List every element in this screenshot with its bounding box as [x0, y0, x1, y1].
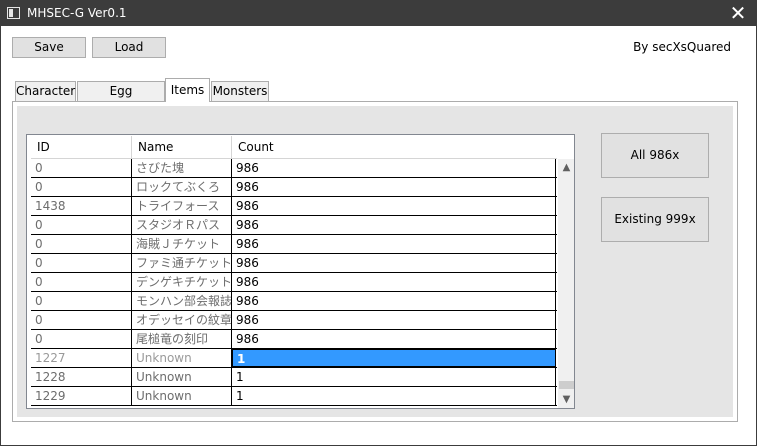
app-icon [7, 7, 20, 19]
table-row[interactable]: 0 スタジオＲパス 986 [31, 216, 557, 235]
column-header-count[interactable]: Count [232, 136, 557, 159]
cell-count[interactable]: 1 [232, 349, 556, 367]
window-title: MHSEC-G Ver0.1 [27, 6, 127, 20]
grid-rows: 0 さびた塊 986 0 ロックてぶくろ 986 1438 トライフォース 986 0 スタジオＲパ… [31, 159, 557, 408]
table-row[interactable]: 0 ロックてぶくろ 986 [31, 178, 557, 197]
cell-name: ファミ通チケット [132, 254, 232, 272]
cell-count[interactable]: 1 [232, 387, 556, 405]
tab-items[interactable]: Items [165, 78, 210, 102]
table-row[interactable]: 1438 トライフォース 986 [31, 197, 557, 216]
cell-count[interactable]: 986 [232, 330, 556, 348]
cell-name: Unknown [132, 387, 232, 405]
tab-monsters[interactable]: Monsters [211, 81, 269, 101]
table-row[interactable]: 0 オデッセイの紋章 986 [31, 311, 557, 330]
grid-header: ID Name Count [31, 136, 557, 159]
table-row[interactable]: 1229 Unknown 1 [31, 387, 557, 406]
cell-name: 海賊Ｊチケット [132, 235, 232, 253]
table-row[interactable]: 0 海賊Ｊチケット 986 [31, 235, 557, 254]
cell-count[interactable]: 986 [232, 292, 556, 310]
items-grid[interactable]: ID Name Count 0 さびた塊 986 0 ロックてぶくろ 986 1438 トライ… [26, 134, 575, 409]
credit-label: By secXsQuared [633, 40, 731, 54]
cell-name: さびた塊 [132, 159, 232, 177]
cell-count[interactable]: 986 [232, 159, 556, 177]
save-button[interactable]: Save [12, 37, 86, 58]
close-icon[interactable]: ✕ [720, 1, 756, 26]
cell-count[interactable]: 1 [232, 368, 556, 386]
cell-name: 尾槌竜の刻印 [132, 330, 232, 348]
cell-id: 0 [31, 292, 132, 310]
table-row[interactable]: 0 尾槌竜の刻印 986 [31, 330, 557, 349]
cell-count[interactable]: 986 [232, 254, 556, 272]
cell-id: 0 [31, 159, 132, 177]
tab-egg-fragments[interactable]: Egg Fragments [77, 81, 165, 116]
table-row[interactable]: 0 モンハン部会報誌 986 [31, 292, 557, 311]
cell-id: 0 [31, 330, 132, 348]
cell-id: 1228 [31, 368, 132, 386]
cell-id: 0 [31, 311, 132, 329]
cell-id: 1438 [31, 197, 132, 215]
cell-id: 1229 [31, 387, 132, 405]
vertical-scrollbar[interactable]: ▲ ▼ [558, 159, 574, 408]
cell-count[interactable]: 986 [232, 311, 556, 329]
cell-id: 0 [31, 254, 132, 272]
table-row[interactable]: 0 さびた塊 986 [31, 159, 557, 178]
cell-id: 0 [31, 216, 132, 234]
cell-name: Unknown [132, 349, 232, 367]
scroll-down-icon[interactable]: ▼ [558, 391, 574, 408]
cell-count[interactable]: 986 [232, 235, 556, 253]
tab-character[interactable]: Character [15, 81, 76, 101]
existing-999x-button[interactable]: Existing 999x [601, 197, 709, 242]
cell-count[interactable]: 986 [232, 273, 556, 291]
cell-name: トライフォース [132, 197, 232, 215]
load-button[interactable]: Load [92, 37, 166, 58]
table-row[interactable]: 0 デンゲキチケット 986 [31, 273, 557, 292]
title-bar[interactable]: MHSEC-G Ver0.1 ✕ [1, 1, 756, 26]
cell-count[interactable]: 986 [232, 178, 556, 196]
cell-name: オデッセイの紋章 [132, 311, 232, 329]
cell-count[interactable]: 986 [232, 197, 556, 215]
scroll-up-icon[interactable]: ▲ [558, 159, 574, 176]
table-row[interactable]: 1227 Unknown 1 [31, 349, 557, 368]
column-header-id[interactable]: ID [31, 136, 132, 159]
cell-id: 0 [31, 178, 132, 196]
cell-count[interactable]: 986 [232, 216, 556, 234]
scroll-thumb[interactable] [559, 381, 574, 389]
column-header-name[interactable]: Name [132, 136, 232, 159]
cell-id: 1227 [31, 349, 132, 367]
app-window: MHSEC-G Ver0.1 ✕ Save Load By secXsQuare… [0, 0, 757, 446]
cell-name: モンハン部会報誌 [132, 292, 232, 310]
table-row[interactable]: 1228 Unknown 1 [31, 368, 557, 387]
cell-name: Unknown [132, 368, 232, 386]
table-row[interactable]: 0 ファミ通チケット 986 [31, 254, 557, 273]
cell-name: スタジオＲパス [132, 216, 232, 234]
cell-name: デンゲキチケット [132, 273, 232, 291]
all-986x-button[interactable]: All 986x [601, 133, 709, 178]
cell-id: 0 [31, 273, 132, 291]
cell-id: 0 [31, 235, 132, 253]
cell-name: ロックてぶくろ [132, 178, 232, 196]
